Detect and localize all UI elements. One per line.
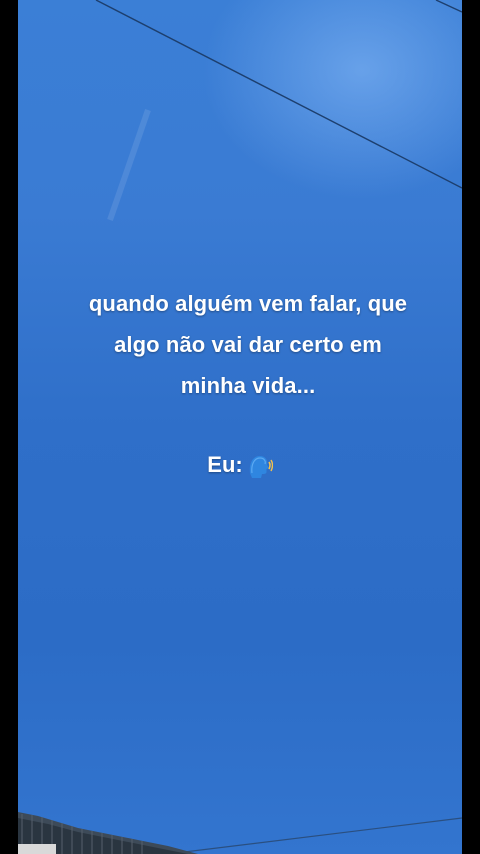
caption-line-1: quando alguém vem falar, que — [88, 291, 408, 316]
sky-background — [18, 0, 462, 854]
rooftop — [18, 812, 198, 854]
power-lines — [95, 0, 462, 854]
power-line-1 — [95, 0, 462, 189]
caption-line-2: algo não vai dar certo em — [114, 332, 382, 357]
speaking-head-icon — [249, 456, 273, 478]
reply-text: Eu: — [207, 452, 243, 477]
white-wall — [18, 844, 56, 854]
reply-line: Eu: — [0, 450, 480, 480]
caption-line-3: minha vida... — [180, 373, 316, 398]
power-line-3 — [167, 817, 462, 854]
contrail — [107, 109, 151, 221]
video-frame: quando alguém vem falar, que algo não va… — [0, 0, 480, 854]
power-line-2 — [435, 0, 462, 13]
meme-caption: quando alguém vem falar, que algo não va… — [48, 283, 448, 406]
